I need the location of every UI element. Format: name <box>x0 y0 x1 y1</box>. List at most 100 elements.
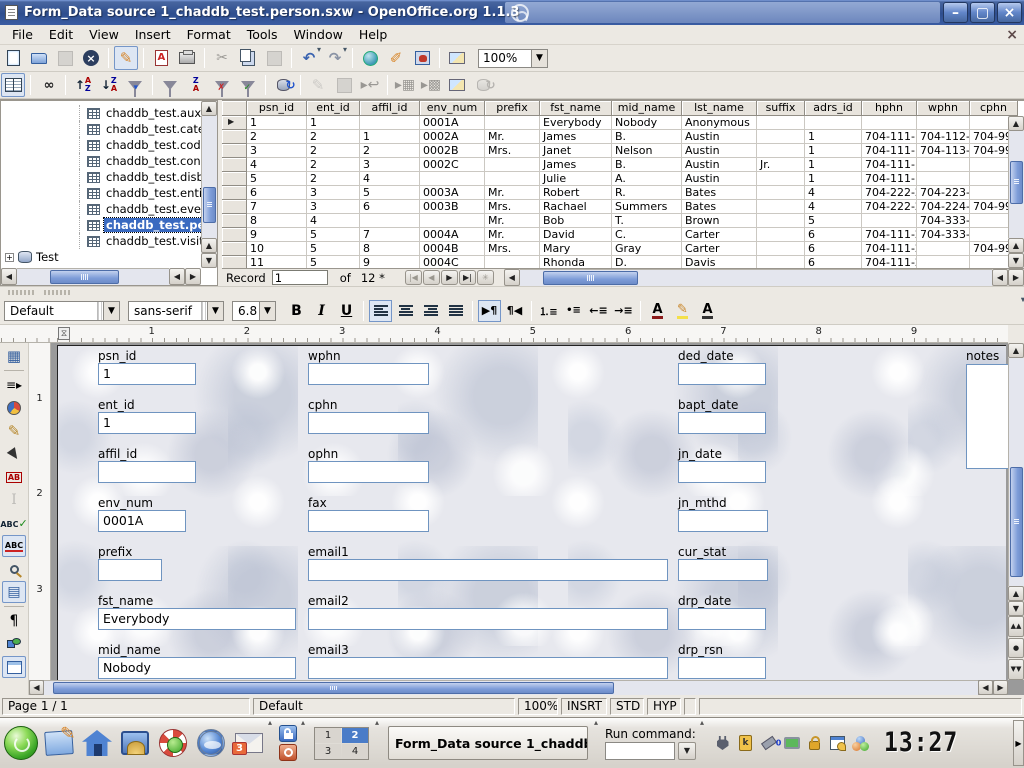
autofilter-button[interactable]: ▾ <box>123 73 147 97</box>
scroll-down-icon[interactable]: ▼ <box>1008 601 1024 616</box>
lock-screen-button[interactable] <box>279 725 297 742</box>
table-cell[interactable] <box>757 256 805 268</box>
table-cell[interactable]: David <box>540 228 612 242</box>
field-input-fst-name[interactable]: Everybody <box>98 608 296 630</box>
table-row[interactable]: 7 3 6 0003B Mrs. Rachael Summers Bates 4… <box>222 200 1008 214</box>
field-input-ophn[interactable] <box>308 461 429 483</box>
tree-item-table[interactable]: chaddb_test.disbursement <box>1 169 201 185</box>
grid-vertical-scrollbar[interactable]: ▲ ▲▼ <box>1008 116 1024 268</box>
tab-stop-icon[interactable]: ⧖ <box>58 327 70 340</box>
table-cell[interactable] <box>360 116 420 130</box>
record-number-input[interactable] <box>272 270 328 285</box>
table-row[interactable]: 2 2 1 0002A Mr. James B. Austin 1 704-11… <box>222 130 1008 144</box>
table-cell[interactable] <box>917 116 970 130</box>
window-titlebar[interactable]: Form_Data source 1_chaddb_test.person.sx… <box>0 0 1024 25</box>
table-row[interactable]: 8 4 Mr. Bob T. Brown 5 704-333-0 <box>222 214 1008 228</box>
table-cell[interactable]: Austin <box>682 158 757 172</box>
table-cell[interactable]: Bates <box>682 186 757 200</box>
menu-item[interactable]: Help <box>351 25 396 44</box>
table-cell[interactable]: 4 <box>805 186 862 200</box>
logout-button[interactable] <box>279 744 297 761</box>
table-cell[interactable]: 9 <box>247 228 307 242</box>
row-selector[interactable] <box>222 130 247 144</box>
zoom-combobox[interactable]: 100% ▼ <box>478 49 548 68</box>
table-cell[interactable] <box>757 172 805 186</box>
align-center-button[interactable] <box>394 300 417 322</box>
table-cell[interactable]: 0003B <box>420 200 485 214</box>
applet-handle[interactable] <box>268 718 275 768</box>
table-cell[interactable]: C. <box>612 228 682 242</box>
scroll-down-icon[interactable]: ▼ <box>1008 253 1024 268</box>
field-input-wphn[interactable] <box>308 363 429 385</box>
tree-horizontal-scrollbar[interactable]: ◀ ◀ ▶ <box>1 268 201 285</box>
graphics-onoff-button[interactable] <box>2 633 26 655</box>
tree-item-table[interactable]: chaddb_test.person <box>1 217 201 233</box>
navigation-dot-icon[interactable]: ● <box>1008 638 1024 659</box>
downloads-tray-button[interactable] <box>851 734 870 753</box>
table-cell[interactable] <box>757 116 805 130</box>
row-selector[interactable] <box>222 228 247 242</box>
table-cell[interactable] <box>970 172 1008 186</box>
standard-filter-button[interactable] <box>158 73 182 97</box>
table-cell[interactable]: 5 <box>247 172 307 186</box>
copy-button[interactable] <box>236 46 260 70</box>
table-cell[interactable]: 1 <box>360 130 420 144</box>
table-cell[interactable]: 6 <box>247 186 307 200</box>
table-cell[interactable]: 704-111-2 <box>862 228 917 242</box>
table-cell[interactable]: 6 <box>360 200 420 214</box>
table-cell[interactable] <box>862 116 917 130</box>
field-input-psn-id[interactable]: 1 <box>98 363 196 385</box>
table-cell[interactable]: B. <box>612 130 682 144</box>
scroll-left-icon[interactable]: ◀ <box>169 268 185 285</box>
row-selector[interactable] <box>222 158 247 172</box>
table-cell[interactable]: T. <box>612 214 682 228</box>
next-page-icon[interactable]: ▼▼ <box>1008 659 1024 680</box>
field-input-cphn[interactable] <box>308 412 429 434</box>
field-input-mid-name[interactable]: Nobody <box>98 657 296 679</box>
table-cell[interactable]: 704-223-4 <box>917 186 970 200</box>
close-button[interactable]: × <box>997 2 1022 23</box>
column-header[interactable]: suffix <box>757 101 805 116</box>
vertical-ruler[interactable]: 123 <box>29 343 51 680</box>
row-selector[interactable] <box>222 256 247 268</box>
column-header[interactable]: psn_id <box>247 101 307 116</box>
field-input-affil-id[interactable] <box>98 461 196 483</box>
table-cell[interactable] <box>917 256 970 268</box>
table-cell[interactable] <box>757 130 805 144</box>
scroll-up-icon[interactable]: ▲ <box>1008 238 1024 253</box>
table-cell[interactable]: Robert <box>540 186 612 200</box>
table-cell[interactable] <box>917 158 970 172</box>
table-cell[interactable]: 3 <box>307 186 360 200</box>
table-cell[interactable] <box>420 214 485 228</box>
insert-objects-button[interactable] <box>2 397 26 419</box>
document-horizontal-scrollbar[interactable]: ◀ ◀ ▶ <box>29 680 1008 695</box>
table-cell[interactable]: Nobody <box>612 116 682 130</box>
table-cell[interactable]: 5 <box>307 242 360 256</box>
tree-item-table[interactable]: chaddb_test.auxiliary <box>1 105 201 121</box>
font-name-combobox[interactable]: sans-serif ▼ <box>128 301 224 321</box>
toolbar-handle[interactable] <box>44 290 70 295</box>
pager-desktop[interactable]: 3 <box>315 744 341 759</box>
field-input-drp-rsn[interactable] <box>678 657 766 679</box>
next-record-icon[interactable]: ▶ <box>441 270 458 285</box>
tree-item-table[interactable]: chaddb_test.entity <box>1 185 201 201</box>
pager-desktop[interactable]: 2 <box>342 728 368 743</box>
autospellcheck-button[interactable]: ABC <box>2 535 26 557</box>
sort-descending-button[interactable]: ↓ZA <box>97 73 121 97</box>
table-cell[interactable]: 1 <box>247 116 307 130</box>
tree-item-test-db[interactable]: + Test <box>1 249 201 265</box>
column-header[interactable]: fst_name <box>540 101 612 116</box>
field-input-ent-id[interactable]: 1 <box>98 412 196 434</box>
previous-record-icon[interactable]: ◀ <box>423 270 440 285</box>
column-header[interactable]: env_num <box>420 101 485 116</box>
page-style-indicator[interactable]: Default <box>253 698 515 715</box>
table-cell[interactable] <box>485 172 540 186</box>
scroll-left-icon[interactable]: ◀ <box>978 680 993 695</box>
field-input-jn-mthd[interactable] <box>678 510 768 532</box>
grid-scroll-track[interactable] <box>1008 131 1024 238</box>
table-cell[interactable]: 4 <box>307 214 360 228</box>
table-cell[interactable]: 704-333-0 <box>917 214 970 228</box>
scroll-right-icon[interactable]: ▶ <box>1008 269 1024 286</box>
table-cell[interactable]: 7 <box>247 200 307 214</box>
table-cell[interactable]: Austin <box>682 144 757 158</box>
